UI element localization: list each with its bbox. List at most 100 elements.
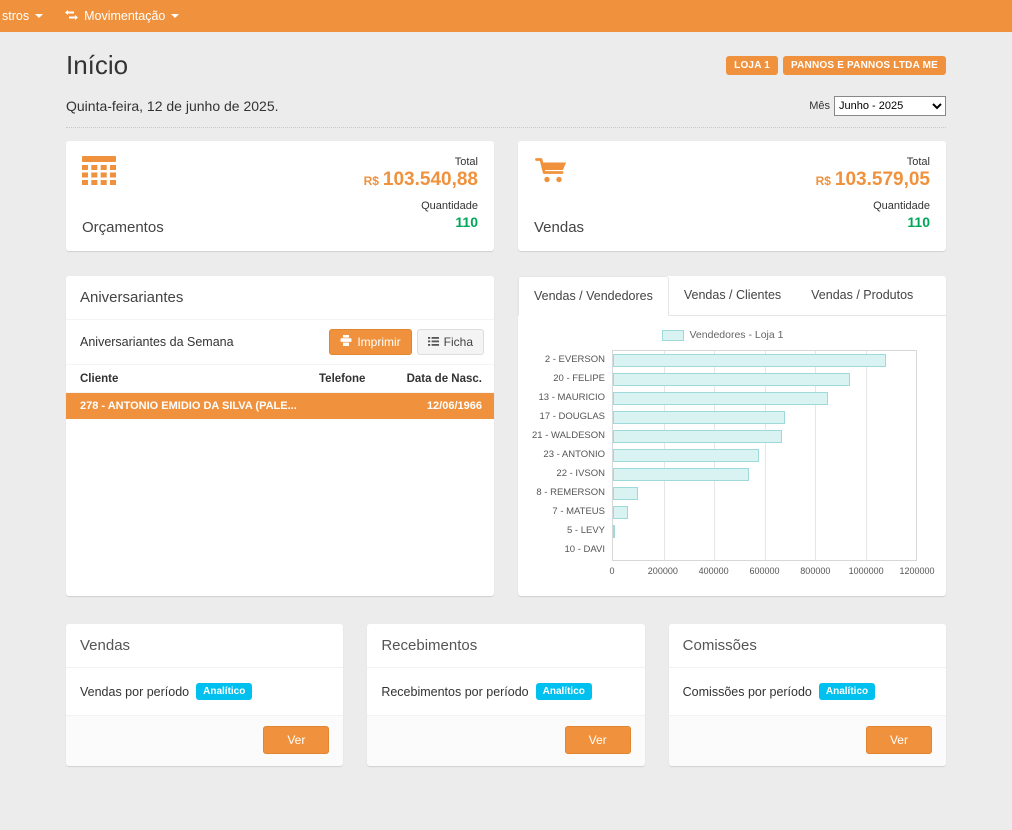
total-label: Total: [816, 156, 930, 168]
bottom-card-body: Vendas por período Analítico: [66, 668, 343, 716]
y-label: 13 - MAURICIO: [528, 388, 612, 407]
date-text: Quinta-feira, 12 de junho de 2025.: [66, 98, 279, 114]
top-navbar: stros Movimentação: [0, 0, 1012, 32]
y-label: 17 - DOUGLAS: [528, 407, 612, 426]
table-header-row: ClienteTelefoneData de Nasc.: [66, 365, 494, 393]
bar[interactable]: [613, 354, 886, 367]
ficha-button-label: Ficha: [444, 335, 473, 349]
bar[interactable]: [613, 373, 850, 386]
bottom-card-title: Vendas: [66, 624, 343, 668]
bar[interactable]: [613, 411, 785, 424]
x-tick: 1000000: [849, 566, 884, 576]
x-tick: 200000: [648, 566, 678, 576]
sales-panel-card: Vendas / VendedoresVendas / ClientesVend…: [518, 276, 946, 596]
separator: [66, 127, 946, 128]
bar-row: [613, 484, 916, 503]
legend-label: Vendedores - Loja 1: [690, 329, 784, 341]
bottom-card-footer: Ver: [66, 716, 343, 766]
bar[interactable]: [613, 449, 759, 462]
header-badge: LOJA 1: [726, 56, 778, 75]
total-label: Total: [364, 156, 478, 168]
y-label: 2 - EVERSON: [528, 350, 612, 369]
y-label: 23 - ANTONIO: [528, 445, 612, 464]
print-button-label: Imprimir: [357, 335, 400, 349]
header-badges: LOJA 1 PANNOS E PANNOS LTDA ME: [726, 56, 946, 75]
month-select[interactable]: Junho - 2025: [834, 96, 946, 116]
chevron-down-icon: [35, 14, 43, 18]
vendas-summary-card: Vendas Total R$103.579,05 Quantidade 110: [518, 141, 946, 251]
x-tick: 800000: [800, 566, 830, 576]
bar-row: [613, 522, 916, 541]
bar[interactable]: [613, 430, 782, 443]
nav-item-cadastros[interactable]: stros: [0, 0, 54, 32]
bar-row: [613, 446, 916, 465]
bar[interactable]: [613, 487, 638, 500]
chevron-down-icon: [171, 14, 179, 18]
bar-row: [613, 408, 916, 427]
analitico-badge: Analítico: [536, 683, 592, 700]
x-tick: 0: [609, 566, 614, 576]
tab-vendas-vendedores[interactable]: Vendas / Vendedores: [518, 276, 669, 316]
bar[interactable]: [613, 392, 828, 405]
bottom-card-footer: Ver: [669, 716, 946, 766]
chart-plot-area: [612, 350, 917, 561]
bar-row: [613, 389, 916, 408]
sales-chart: Vendedores - Loja 1 2 - EVERSON20 - FELI…: [518, 316, 946, 592]
ver-button[interactable]: Ver: [866, 726, 932, 754]
bar-row: [613, 465, 916, 484]
cart-icon: [534, 156, 584, 189]
bottom-card-body: Recebimentos por períodoAnalítico: [367, 668, 644, 716]
y-label: 7 - MATEUS: [528, 502, 612, 521]
bar[interactable]: [613, 506, 628, 519]
x-tick: 400000: [699, 566, 729, 576]
ver-button[interactable]: Ver: [263, 726, 329, 754]
nav-item-movimentacao[interactable]: Movimentação: [54, 0, 190, 32]
quantity-value: 110: [816, 214, 930, 230]
bar-row: [613, 427, 916, 446]
bottom-card-body: Comissões por períodoAnalítico: [669, 668, 946, 716]
bar-row: [613, 541, 916, 560]
column-header: Data de Nasc.: [399, 373, 494, 385]
header-badge: PANNOS E PANNOS LTDA ME: [783, 56, 946, 75]
ver-button[interactable]: Ver: [565, 726, 631, 754]
calculator-icon: [82, 156, 164, 191]
bottom-card-text: Vendas por período: [80, 685, 189, 699]
analitico-badge: Analítico: [196, 683, 252, 700]
orcamentos-summary-card: Orçamentos Total R$103.540,88 Quantidade…: [66, 141, 494, 251]
birthdays-card-title: Aniversariantes: [66, 276, 494, 320]
x-tick: 1200000: [899, 566, 934, 576]
bar-row: [613, 351, 916, 370]
bottom-card-footer: Ver: [367, 716, 644, 766]
bottom-card-recebimentos: RecebimentosRecebimentos por períodoAnal…: [367, 624, 644, 766]
sales-tabs: Vendas / VendedoresVendas / ClientesVend…: [518, 276, 946, 316]
print-button[interactable]: Imprimir: [329, 329, 411, 355]
column-header: Telefone: [319, 373, 399, 385]
tab-vendas-clientes[interactable]: Vendas / Clientes: [669, 276, 796, 315]
quantity-label: Quantidade: [816, 200, 930, 212]
total-value: R$103.579,05: [816, 169, 930, 191]
quantity-label: Quantidade: [364, 200, 478, 212]
table-row[interactable]: 278 - ANTONIO EMIDIO DA SILVA (PALE...12…: [66, 393, 494, 419]
total-value: R$103.540,88: [364, 169, 478, 191]
ficha-button[interactable]: Ficha: [417, 329, 484, 355]
list-icon: [428, 335, 439, 349]
cell-data-nascimento: 12/06/1966: [399, 400, 494, 412]
birthdays-card: Aniversariantes Aniversariantes da Seman…: [66, 276, 494, 596]
printer-icon: [340, 335, 352, 349]
summary-card-label: Orçamentos: [82, 219, 164, 236]
nav-item-label: stros: [2, 9, 29, 23]
chart-y-labels: 2 - EVERSON20 - FELIPE13 - MAURICIO17 - …: [528, 350, 612, 561]
swap-icon: [65, 9, 78, 23]
nav-item-label: Movimentação: [84, 9, 165, 23]
tab-vendas-produtos[interactable]: Vendas / Produtos: [796, 276, 928, 315]
y-label: 22 - IVSON: [528, 464, 612, 483]
bar-row: [613, 370, 916, 389]
bar[interactable]: [613, 525, 615, 538]
y-label: 20 - FELIPE: [528, 369, 612, 388]
bottom-card-title: Comissões: [669, 624, 946, 668]
y-label: 5 - LEVY: [528, 521, 612, 540]
y-label: 10 - DAVI: [528, 540, 612, 559]
bar[interactable]: [613, 468, 749, 481]
month-label: Mês: [809, 100, 830, 112]
bar-row: [613, 503, 916, 522]
